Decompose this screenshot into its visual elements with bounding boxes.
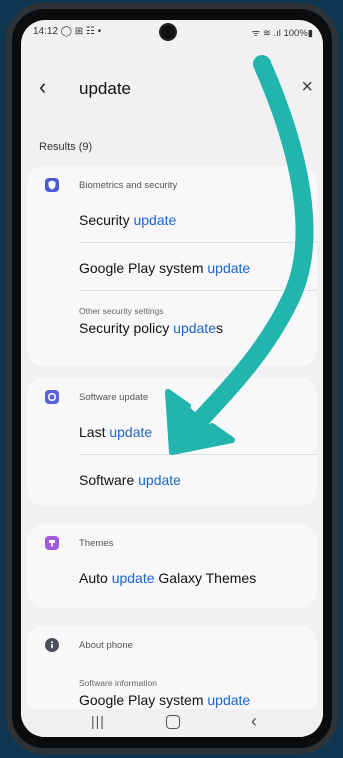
divider: [79, 290, 317, 291]
result-item[interactable]: Security policy updates: [79, 320, 223, 336]
results-count: Results (9): [39, 141, 93, 153]
category-label: About phone: [79, 640, 133, 651]
navigation-bar: ||| ‹: [21, 709, 323, 737]
software-update-icon: [45, 390, 59, 404]
screen: 14:12 ◯ ⊞ ☷ • ᯤ ≋ .ıl 100%▮ ‹ update × R…: [21, 20, 323, 737]
home-icon[interactable]: [166, 715, 180, 729]
result-item[interactable]: Software update: [79, 472, 181, 488]
close-icon[interactable]: ×: [301, 76, 313, 99]
search-input[interactable]: update: [79, 79, 131, 99]
phone-frame: 14:12 ◯ ⊞ ☷ • ᯤ ≋ .ıl 100%▮ ‹ update × R…: [6, 3, 338, 754]
shield-icon: [45, 178, 59, 192]
result-subtitle: Other security settings: [79, 306, 164, 316]
divider: [79, 242, 317, 243]
result-subtitle: Software information: [79, 678, 157, 688]
front-camera: [161, 25, 175, 39]
result-item[interactable]: Google Play system update: [79, 692, 250, 708]
category-label: Themes: [79, 538, 114, 549]
status-indicators: ᯤ ≋ .ıl 100%▮: [251, 28, 313, 39]
phone-bezel: 14:12 ◯ ⊞ ☷ • ᯤ ≋ .ıl 100%▮ ‹ update × R…: [12, 9, 332, 748]
group-biometrics: Biometrics and security Security update …: [27, 166, 317, 366]
themes-icon: [45, 536, 59, 550]
back-nav-icon[interactable]: ‹: [251, 711, 257, 732]
search-header: ‹ update ×: [21, 72, 323, 112]
result-item[interactable]: Last update: [79, 424, 152, 440]
group-software-update: Software update Last update Software upd…: [27, 378, 317, 506]
recents-icon[interactable]: |||: [91, 713, 105, 729]
status-time: 14:12 ◯ ⊞ ☷ •: [33, 26, 102, 37]
category-label: Biometrics and security: [79, 180, 178, 191]
result-item[interactable]: Google Play system update: [79, 260, 250, 276]
result-item[interactable]: Security update: [79, 212, 176, 228]
back-arrow-icon[interactable]: ‹: [39, 74, 46, 100]
result-item[interactable]: Auto update Galaxy Themes: [79, 570, 256, 586]
divider: [79, 454, 317, 455]
info-icon: [45, 638, 59, 652]
group-themes: Themes Auto update Galaxy Themes: [27, 524, 317, 608]
category-label: Software update: [79, 392, 149, 403]
